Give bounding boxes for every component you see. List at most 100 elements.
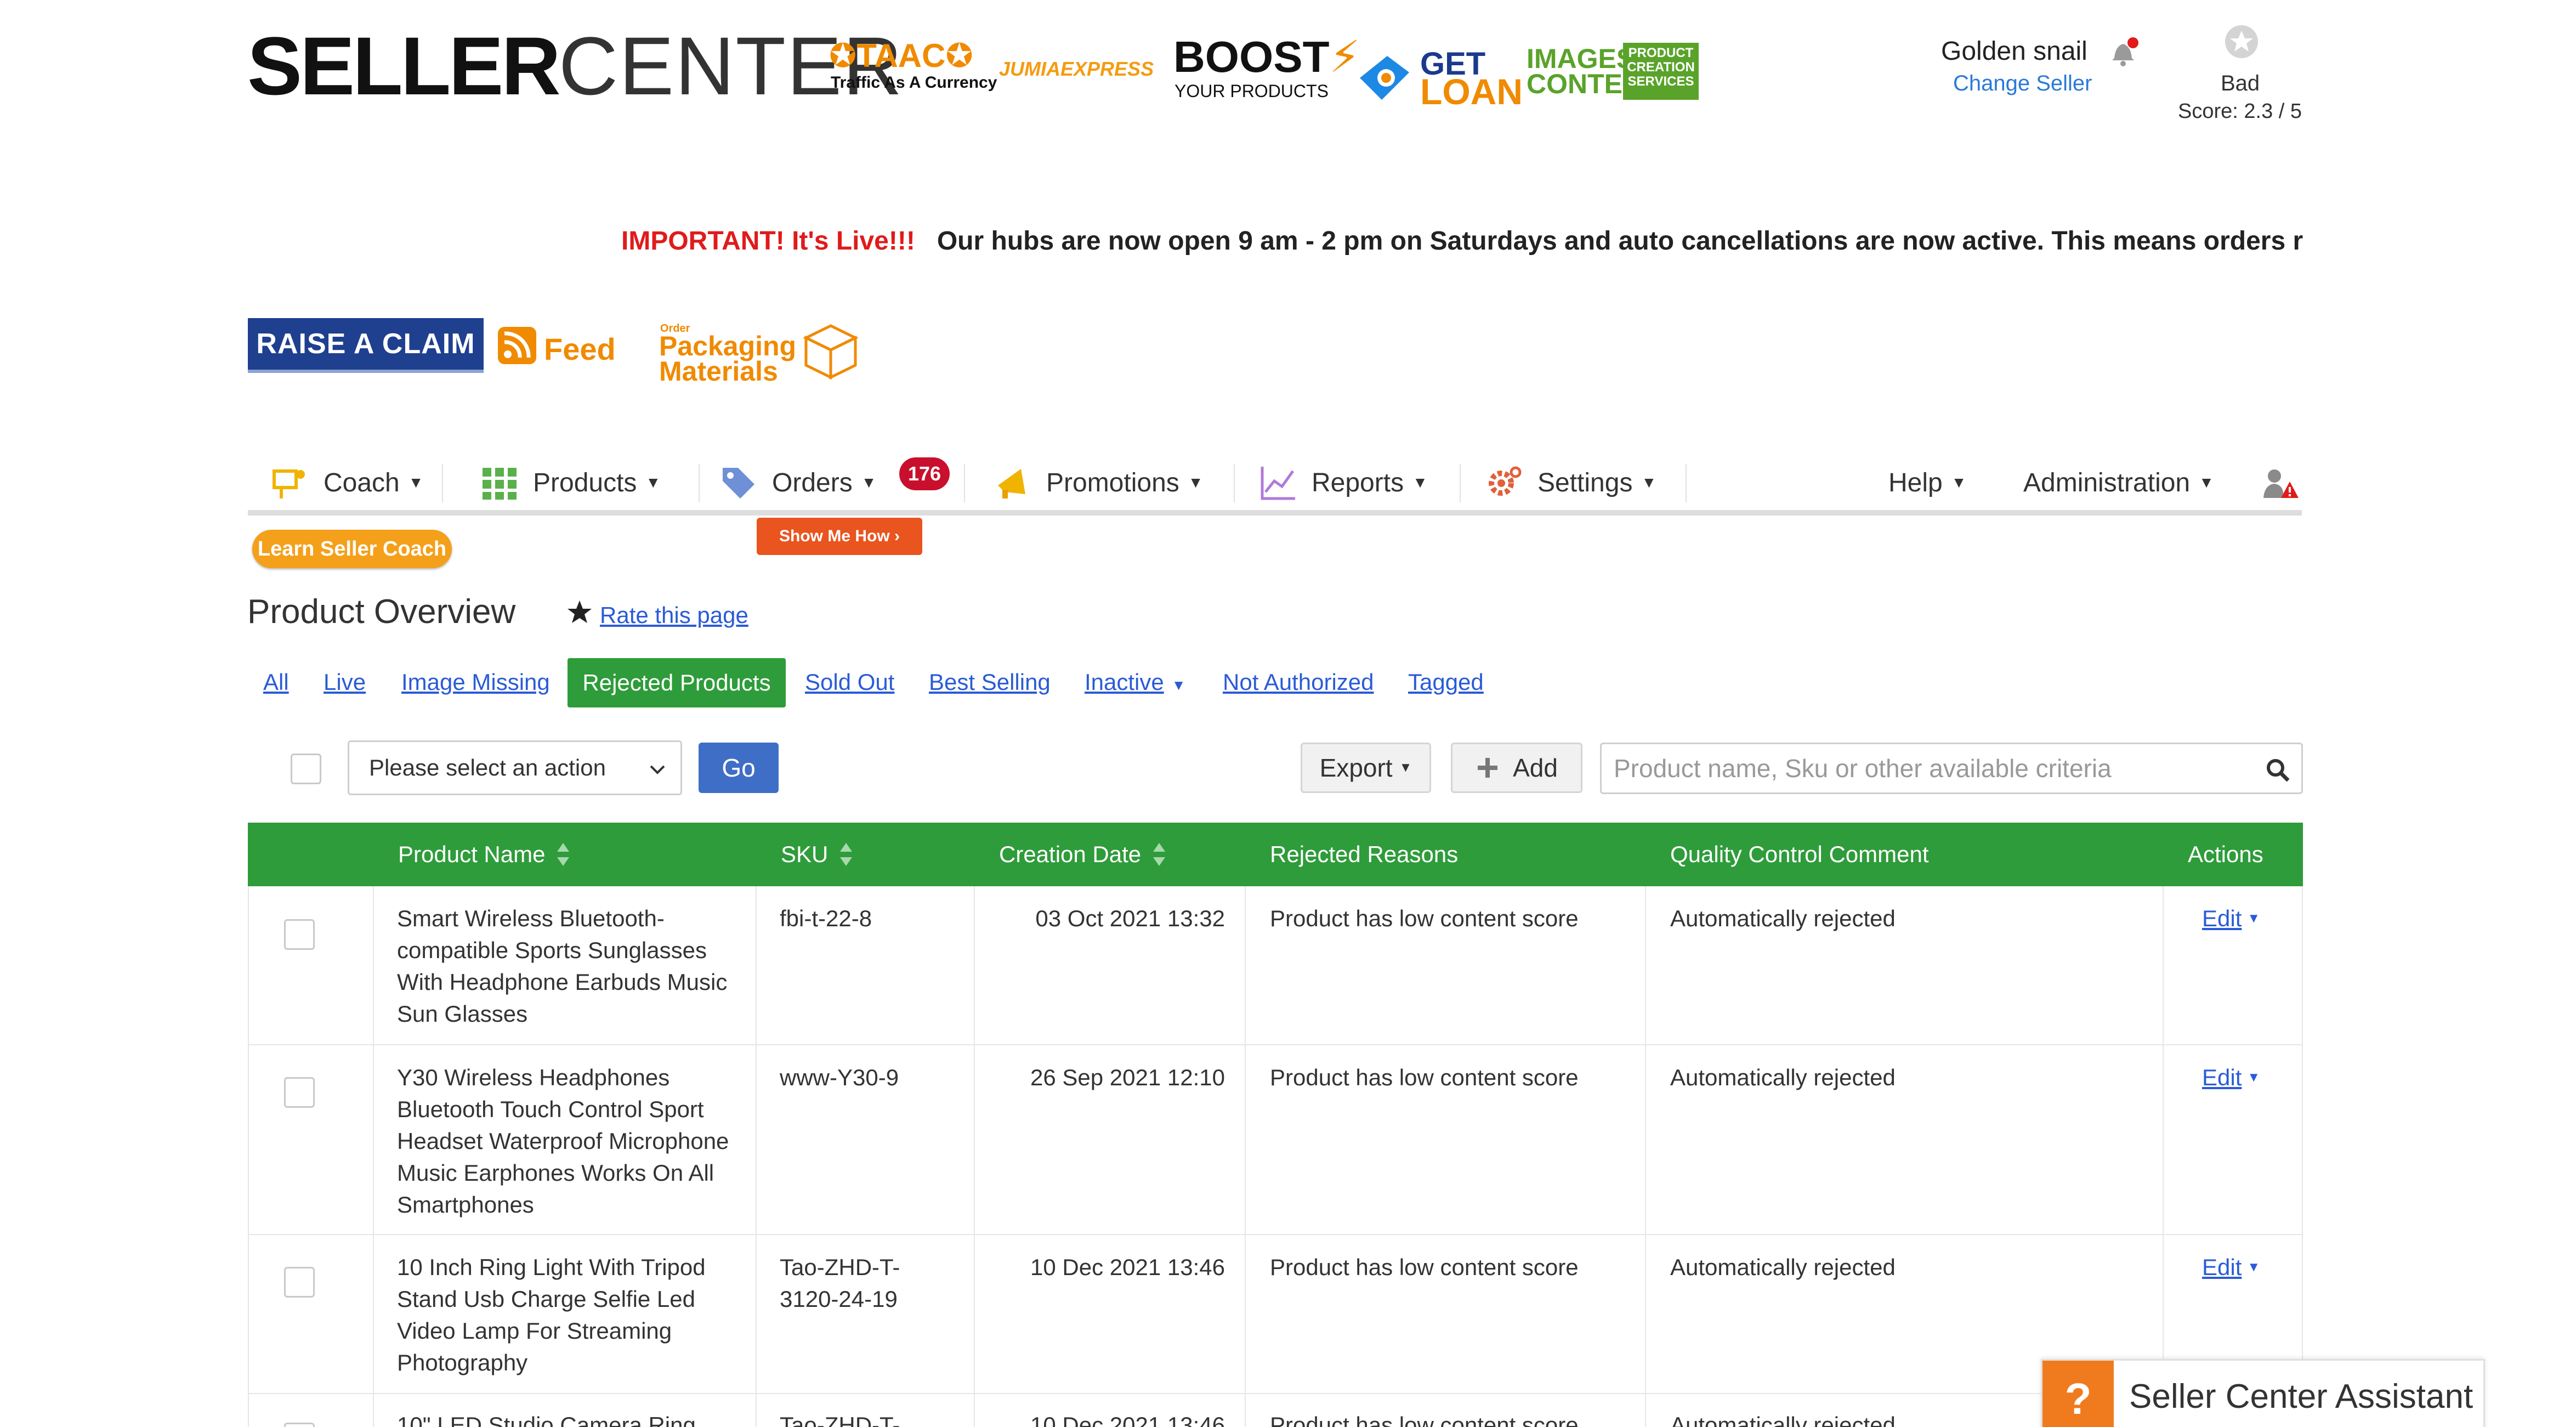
seller-center-assistant[interactable]: ? Seller Center Assistant: [2041, 1359, 2485, 1427]
nav-settings[interactable]: Settings ▼: [1485, 455, 1656, 510]
chevron-down-icon: ▼: [408, 474, 424, 491]
header-sku-label: SKU: [781, 841, 829, 867]
search-icon[interactable]: [2265, 757, 2290, 783]
creation-date: 03 Oct 2021 13:32: [1035, 905, 1225, 931]
sku-line: fbi-t-22-8: [780, 905, 872, 931]
chevron-down-icon: [650, 765, 665, 774]
edit-link[interactable]: Edit: [2202, 1064, 2242, 1090]
chevron-down-icon: ▼: [2199, 474, 2214, 491]
coach-icon: [273, 469, 305, 499]
search-placeholder: Product name, Sku or other available cri…: [1614, 754, 2112, 783]
tab-live[interactable]: Live: [324, 669, 366, 695]
header-creation-date[interactable]: Creation Date: [999, 823, 1166, 886]
tab-sold-out[interactable]: Sold Out: [805, 669, 894, 695]
user-alert-icon[interactable]: [2261, 467, 2300, 500]
product-search-input[interactable]: Product name, Sku or other available cri…: [1600, 743, 2303, 794]
taac-logo[interactable]: ✪TAAC✪: [829, 39, 973, 72]
nav-promotions-label: Promotions: [1046, 468, 1179, 497]
get-loan-text-loan[interactable]: LOAN: [1420, 73, 1523, 110]
nav-administration[interactable]: Administration ▼: [2023, 455, 2214, 510]
boost-logo[interactable]: BOOST⚡: [1173, 35, 1360, 79]
box-icon[interactable]: [801, 321, 861, 382]
gear-icon: [1489, 466, 1522, 496]
product-name-line: Headset Waterproof Microphone: [397, 1128, 729, 1154]
jumia-express-logo[interactable]: JUMIAEXPRESS: [999, 59, 1154, 79]
header-product-name[interactable]: Product Name: [398, 823, 570, 886]
tab-best-selling[interactable]: Best Selling: [929, 669, 1051, 695]
nav-coach[interactable]: Coach ▼: [271, 455, 423, 510]
rejected-reason: Product has low content score: [1270, 1064, 1579, 1090]
rss-feed-icon[interactable]: [497, 326, 538, 365]
taac-subtitle: Traffic As A Currency: [831, 73, 997, 92]
product-name-line: Bluetooth Touch Control Sport: [397, 1096, 704, 1122]
column-divider: [1645, 886, 1646, 1044]
select-all-checkbox[interactable]: [291, 754, 321, 784]
product-sku: fbi-t-22-8: [780, 903, 872, 935]
packaging-materials-line2[interactable]: Materials: [659, 358, 778, 385]
product-name-line: 10 Inch Ring Light With Tripod: [397, 1254, 706, 1280]
header-creation-date-label: Creation Date: [999, 841, 1142, 867]
edit-dropdown[interactable]: Edit ▼: [2202, 1062, 2260, 1094]
product-creation-services-logo[interactable]: PRODUCT CREATION SERVICES: [1623, 43, 1699, 100]
tab-not-authorized[interactable]: Not Authorized: [1223, 669, 1374, 695]
nav-help-label: Help: [1888, 468, 1943, 497]
row-checkbox[interactable]: [284, 919, 315, 950]
column-divider: [1245, 1235, 1246, 1393]
tab-image-missing[interactable]: Image Missing: [401, 669, 550, 695]
bulk-action-select[interactable]: Please select an action: [348, 740, 682, 795]
nav-administration-label: Administration: [2023, 468, 2191, 497]
ticker-important: IMPORTANT! It's Live!!!: [621, 226, 915, 256]
tab-inactive[interactable]: Inactive ▼: [1085, 669, 1185, 695]
nav-divider: [1234, 464, 1235, 502]
tab-rejected-products[interactable]: Rejected Products: [568, 658, 786, 707]
edit-dropdown[interactable]: Edit ▼: [2202, 1252, 2260, 1283]
product-sku: Tao-ZHD-T- 3120-24-19: [780, 1252, 900, 1315]
row-checkbox[interactable]: [284, 1267, 315, 1298]
nav-promotions[interactable]: Promotions ▼: [994, 455, 1203, 510]
bell-icon[interactable]: [2109, 35, 2140, 68]
feed-link[interactable]: Feed: [544, 331, 616, 367]
qc-comment: Automatically rejected: [1670, 1064, 1896, 1090]
header-sku[interactable]: SKU: [781, 823, 853, 886]
row-checkbox[interactable]: [284, 1077, 315, 1108]
column-divider: [974, 1045, 975, 1234]
go-button[interactable]: Go: [699, 743, 779, 793]
nav-reports[interactable]: Reports ▼: [1259, 455, 1428, 510]
row-checkbox[interactable]: [284, 1423, 315, 1427]
plus-icon: [1478, 758, 1498, 778]
add-button[interactable]: Add: [1451, 743, 1582, 793]
nav-products-label: Products: [533, 468, 637, 497]
change-seller-link[interactable]: Change Seller: [1953, 71, 2092, 96]
product-name-line: Y30 Wireless Headphones: [397, 1064, 670, 1090]
edit-dropdown[interactable]: Edit ▼: [2202, 903, 2260, 935]
jumia-express-text: EXPRESS: [1060, 58, 1154, 80]
tab-all[interactable]: All: [263, 669, 289, 695]
qc-comment: Automatically rejected: [1670, 1254, 1896, 1280]
column-divider: [2163, 886, 2164, 1044]
sort-icon: [1153, 843, 1166, 866]
nav-orders[interactable]: Orders ▼: [719, 455, 876, 510]
header-qc-comment: Quality Control Comment: [1670, 841, 1929, 867]
nav-help[interactable]: Help ▼: [1888, 455, 1966, 510]
header-rejected-reasons: Rejected Reasons: [1270, 841, 1459, 867]
nav-reports-label: Reports: [1312, 468, 1404, 497]
raise-claim-button[interactable]: RAISE A CLAIM: [248, 318, 484, 370]
edit-link[interactable]: Edit: [2202, 905, 2242, 931]
rate-page-link[interactable]: Rate this page: [600, 602, 748, 628]
seller-center-logo[interactable]: SELLERCENTER: [247, 22, 903, 110]
product-name-line: Music Earphones Works On All: [397, 1160, 714, 1186]
rejected-reason: Product has low content score: [1270, 1254, 1579, 1280]
show-me-how-button[interactable]: Show Me How ›: [757, 518, 922, 555]
learn-seller-coach-button[interactable]: Learn Seller Coach: [252, 530, 452, 568]
column-divider: [373, 1235, 374, 1393]
column-divider: [756, 886, 757, 1044]
product-name-line: compatible Sports Sunglasses: [397, 937, 707, 963]
export-button[interactable]: Export ▼: [1301, 743, 1431, 793]
nav-divider: [699, 464, 700, 502]
product-name-line: Sun Glasses: [397, 1001, 528, 1027]
announcement-ticker: IMPORTANT! It's Live!!! Our hubs are now …: [621, 226, 2303, 259]
column-divider: [2163, 1045, 2164, 1234]
nav-products[interactable]: Products ▼: [480, 455, 661, 510]
tab-tagged[interactable]: Tagged: [1408, 669, 1484, 695]
edit-link[interactable]: Edit: [2202, 1254, 2242, 1280]
